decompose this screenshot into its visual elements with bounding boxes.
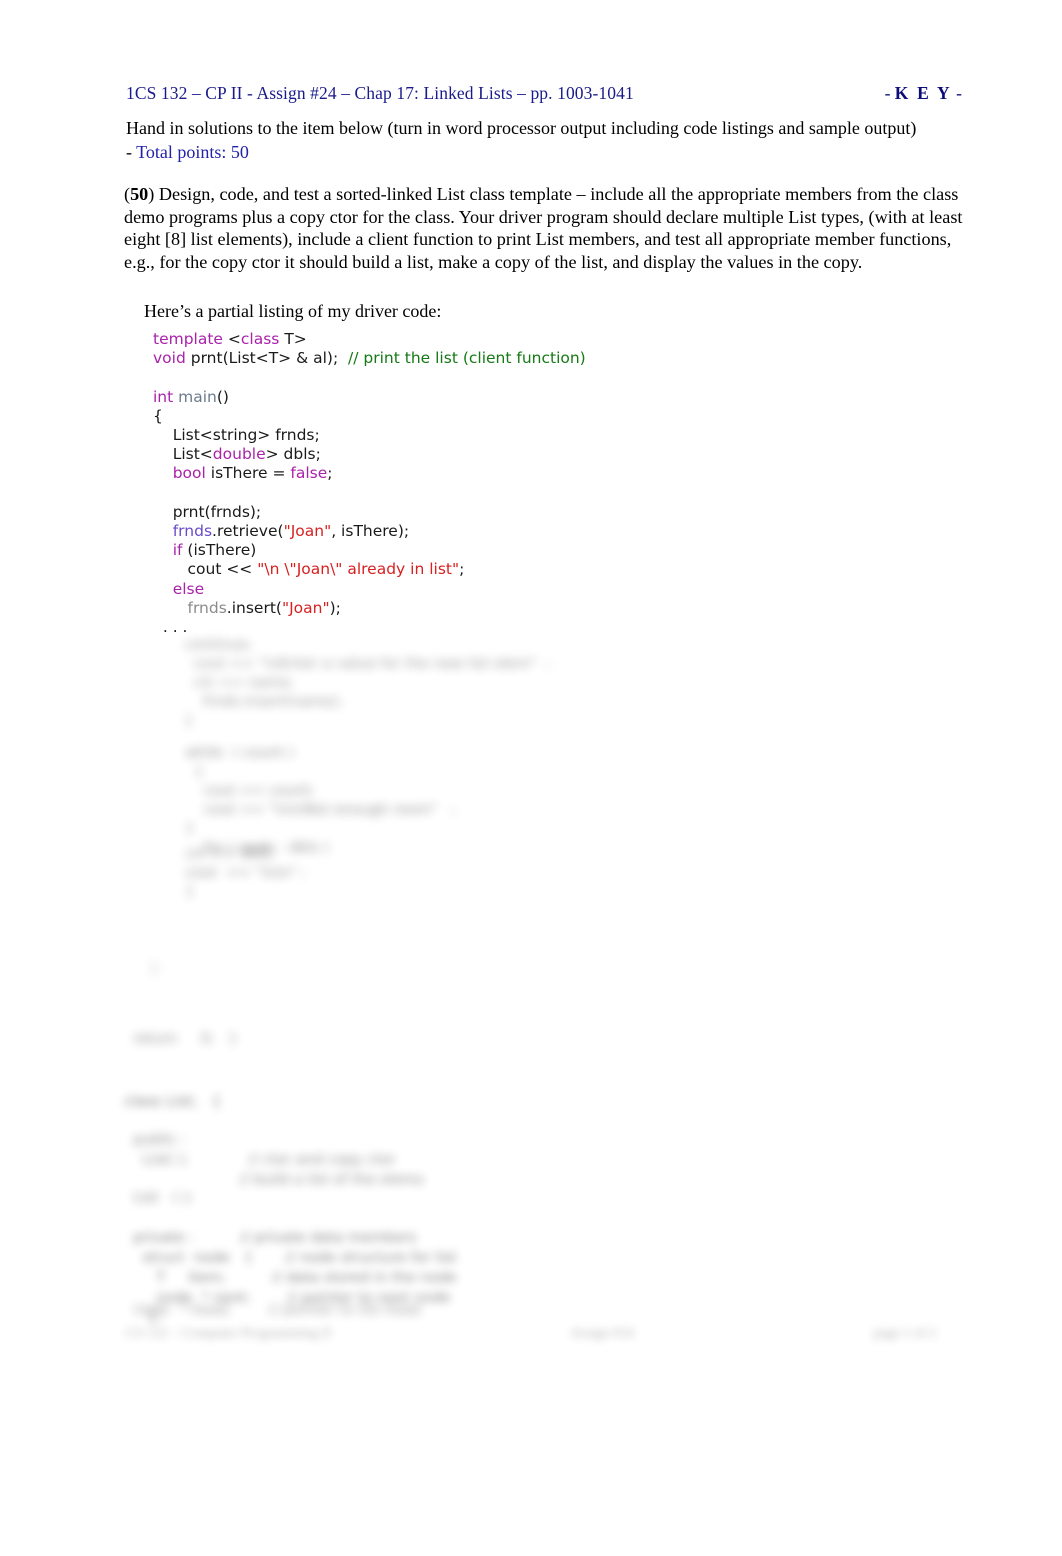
line-ellipsis: . . . <box>153 618 586 637</box>
code-token: // print the list (client function) <box>348 349 586 368</box>
code-token: () <box>216 387 229 406</box>
footer-right: page 1 of 2 <box>873 1326 936 1341</box>
code-token: > dbls; <box>265 445 321 464</box>
footer-left: CS 132 – Computer Programming II <box>126 1326 331 1341</box>
code-token: < <box>227 330 241 348</box>
prompt-body: Design, code, and test a sorted-linked L… <box>124 184 963 272</box>
total-points-label: Total points: 50 <box>136 141 249 162</box>
obscured-block-j: node * head; // pointer to list head <box>124 1302 421 1318</box>
line-cout: cout << "\n \"Joan\" already in list"; <box>153 560 586 579</box>
obscured-block-i: private : // private data members struct… <box>133 1230 457 1326</box>
code-token: { <box>153 406 163 425</box>
line-template: template <class T> <box>153 330 586 349</box>
code-token: .insert( <box>226 598 282 617</box>
line-if: if (isThere) <box>153 541 586 560</box>
line-prnt-call: prnt(frnds); <box>153 503 586 522</box>
code-token: main <box>178 387 217 406</box>
key-suffix: - <box>951 83 962 103</box>
header-title: 1CS 132 – CP II - Assign #24 – Chap 17: … <box>126 83 634 103</box>
line-blank-2 <box>153 484 586 503</box>
intro-paragraph: Hand in solutions to the item below (tur… <box>126 117 926 164</box>
key-prefix: - <box>884 83 895 103</box>
code-token: template <box>153 330 228 348</box>
code-token: frnds <box>187 598 227 617</box>
footer-center: Assign #24 <box>570 1326 634 1341</box>
obscured-block-b: while ( count ) { cout << count; cout <<… <box>185 745 456 856</box>
code-token: false <box>290 464 328 483</box>
code-token: isThere = <box>205 464 291 483</box>
line-list-string: List<string> frnds; <box>153 426 586 445</box>
obscured-block-h: List ( ); <box>124 1190 194 1206</box>
line-retrieve: frnds.retrieve("Joan", isThere); <box>153 522 586 541</box>
line-list-double: List<double> dbls; <box>153 445 586 464</box>
code-token: void <box>153 349 186 368</box>
code-token: else <box>172 579 205 598</box>
document-page: 1CS 132 – CP II - Assign #24 – Chap 17: … <box>0 0 1062 1556</box>
line-bool-isthere: bool isThere = false; <box>153 464 586 483</box>
code-token: List< <box>153 445 213 464</box>
code-token: frnds <box>172 522 213 541</box>
obscured-block-d: } <box>150 961 159 977</box>
obscured-block-f: class List; { <box>124 1092 222 1110</box>
prompt-close-paren: ) <box>148 184 159 204</box>
code-token: (isThere) <box>182 541 257 560</box>
code-token: "Joan" <box>283 522 332 541</box>
code-token: List<string> frnds; <box>153 426 320 445</box>
prompt-points: 50 <box>130 184 149 204</box>
code-token: ); <box>329 598 341 617</box>
code-token: cout << <box>153 560 258 579</box>
obscured-block-g: public : List( ); // ctor and copy ctor … <box>133 1132 424 1188</box>
code-token: .retrieve( <box>212 522 284 541</box>
line-int-main: int main() <box>153 388 586 407</box>
code-token: "\n \"Joan\" already in list" <box>257 560 460 579</box>
obscured-block-a: continue; cout << "\nEnter a value for t… <box>184 637 551 729</box>
code-token: ; <box>459 560 465 579</box>
line-blank-1 <box>153 368 586 387</box>
code-token: int <box>153 387 179 406</box>
code-token: prnt(List<T> & al); <box>185 349 349 368</box>
header-key-marker: - K E Y - <box>885 83 962 104</box>
line-prnt-proto: void prnt(List<T> & al); // print the li… <box>153 349 586 368</box>
code-token: class <box>240 330 280 348</box>
line-open-brace: { <box>153 407 586 426</box>
obscured-block-c: cin >> dbls; cout << "\n\n" ; } <box>185 846 307 900</box>
code-token: double <box>212 445 266 464</box>
obscured-block-e: return 0; } <box>124 1031 238 1047</box>
code-token: prnt(frnds); <box>153 502 262 521</box>
code-token: T> <box>279 330 307 348</box>
line-insert: frnds.insert("Joan"); <box>153 599 586 618</box>
code-token: , isThere); <box>331 522 410 541</box>
driver-code-listing: template <class T> void prnt(List<T> & al… <box>153 330 586 637</box>
line-else: else <box>153 580 586 599</box>
code-token: "Joan" <box>281 598 330 617</box>
document-footer: CS 132 – Computer Programming II Assign … <box>126 1326 936 1342</box>
document-header: 1CS 132 – CP II - Assign #24 – Chap 17: … <box>126 83 962 104</box>
key-letters: K E Y <box>894 83 952 103</box>
code-token: bool <box>172 464 206 483</box>
code-token: ; <box>327 464 333 483</box>
listing-lead-in: Here’s a partial listing of my driver co… <box>144 301 442 321</box>
code-token: . . . <box>153 618 188 637</box>
assignment-prompt: (50) Design, code, and test a sorted-lin… <box>124 183 964 273</box>
